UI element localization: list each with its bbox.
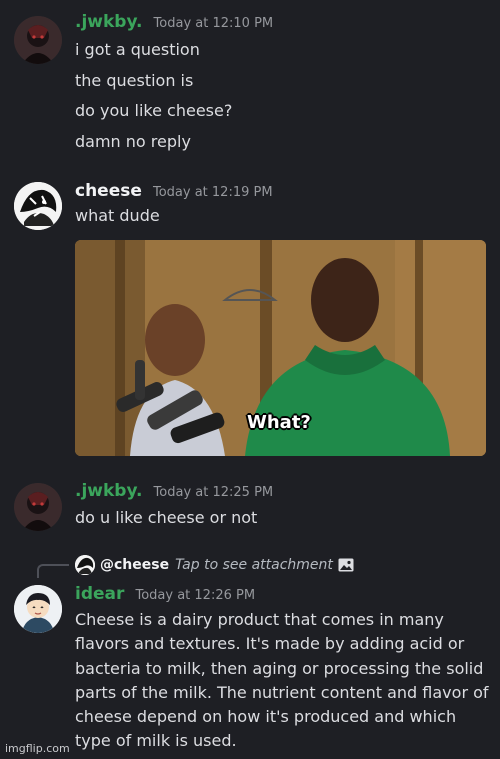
- reply-username[interactable]: @cheese: [100, 557, 169, 573]
- timestamp: Today at 12:26 PM: [135, 588, 256, 603]
- avatar-jwkby[interactable]: [14, 16, 62, 64]
- timestamp: Today at 12:19 PM: [152, 185, 273, 200]
- message-header: .jwkby. Today at 12:10 PM: [75, 12, 273, 32]
- username[interactable]: idear: [75, 584, 124, 604]
- username[interactable]: .jwkby.: [75, 481, 142, 501]
- avatar-jwkby[interactable]: [14, 483, 62, 531]
- username[interactable]: cheese: [75, 181, 142, 201]
- message-text: i got a question: [75, 40, 200, 59]
- chat-view: .jwkby. Today at 12:10 PM i got a questi…: [0, 0, 500, 759]
- reply-preview[interactable]: @cheese Tap to see attachment: [75, 555, 354, 575]
- message-text: damn no reply: [75, 132, 191, 151]
- image-attachment[interactable]: What?: [75, 240, 486, 456]
- timestamp: Today at 12:10 PM: [153, 16, 274, 31]
- message-header: idear Today at 12:26 PM: [75, 584, 255, 604]
- reply-avatar: [75, 555, 95, 575]
- message-text: do you like cheese?: [75, 101, 233, 120]
- watermark: imgflip.com: [5, 742, 70, 755]
- message-header: .jwkby. Today at 12:25 PM: [75, 481, 273, 501]
- message-text: the question is: [75, 71, 194, 90]
- avatar-cheese[interactable]: [14, 182, 62, 230]
- image-icon: [338, 558, 354, 572]
- avatar-idear[interactable]: [14, 585, 62, 633]
- meme-caption: What?: [247, 412, 311, 433]
- timestamp: Today at 12:25 PM: [153, 485, 274, 500]
- message-text: what dude: [75, 206, 160, 225]
- reply-connector: [37, 564, 69, 578]
- message-text: do u like cheese or not: [75, 508, 258, 527]
- message-text: Cheese is a dairy product that comes in …: [75, 610, 489, 751]
- reply-text[interactable]: Tap to see attachment: [175, 557, 333, 573]
- username[interactable]: .jwkby.: [75, 12, 142, 32]
- message-header: cheese Today at 12:19 PM: [75, 181, 273, 201]
